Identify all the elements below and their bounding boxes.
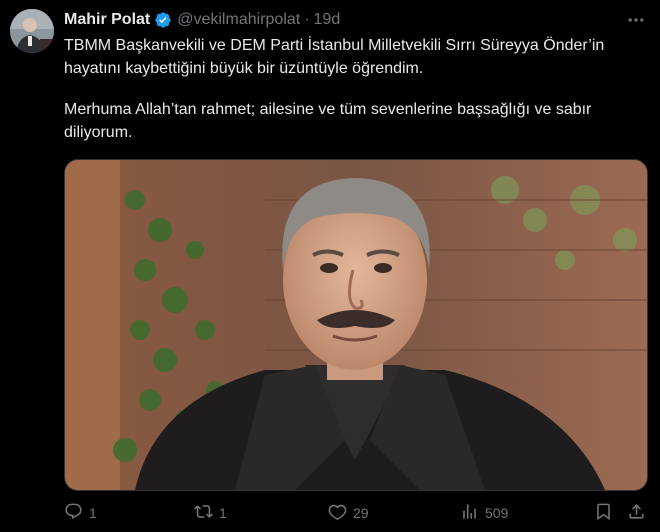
repost-button[interactable]: 1 — [194, 500, 227, 526]
author-handle[interactable]: @vekilmahirpolat — [177, 11, 300, 29]
tweet-photo[interactable] — [64, 159, 648, 491]
bookmark-button[interactable] — [594, 500, 613, 526]
tweet[interactable]: Mahir Polat @vekilmahirpolat · 19d TBMM … — [0, 0, 660, 532]
tweet-text: TBMM Başkanvekili ve DEM Parti İstanbul … — [64, 34, 650, 144]
bookmark-icon — [594, 502, 613, 524]
more-dots-icon[interactable] — [622, 10, 650, 30]
reply-count: 1 — [89, 505, 97, 521]
verified-badge-icon — [154, 11, 172, 29]
views-count: 509 — [485, 505, 509, 521]
like-button[interactable]: 29 — [328, 500, 369, 526]
tweet-actions: 1 1 29 509 — [64, 500, 650, 526]
share-icon — [627, 502, 646, 524]
timestamp[interactable]: 19d — [314, 11, 341, 29]
reply-button[interactable]: 1 — [64, 500, 97, 526]
reply-icon — [64, 502, 83, 524]
like-count: 29 — [353, 505, 369, 521]
avatar[interactable] — [10, 9, 54, 53]
repost-icon — [194, 502, 213, 524]
share-button[interactable] — [627, 500, 646, 526]
tweet-paragraph: TBMM Başkanvekili ve DEM Parti İstanbul … — [64, 37, 605, 77]
views-icon — [460, 502, 479, 524]
views-button[interactable]: 509 — [460, 500, 508, 526]
repost-count: 1 — [219, 505, 227, 521]
tweet-paragraph: Merhuma Allah’tan rahmet; ailesine ve tü… — [64, 101, 592, 141]
author-name[interactable]: Mahir Polat — [64, 11, 150, 29]
heart-icon — [328, 502, 347, 524]
tweet-header: Mahir Polat @vekilmahirpolat · 19d — [64, 9, 340, 31]
separator-dot: · — [304, 11, 310, 28]
